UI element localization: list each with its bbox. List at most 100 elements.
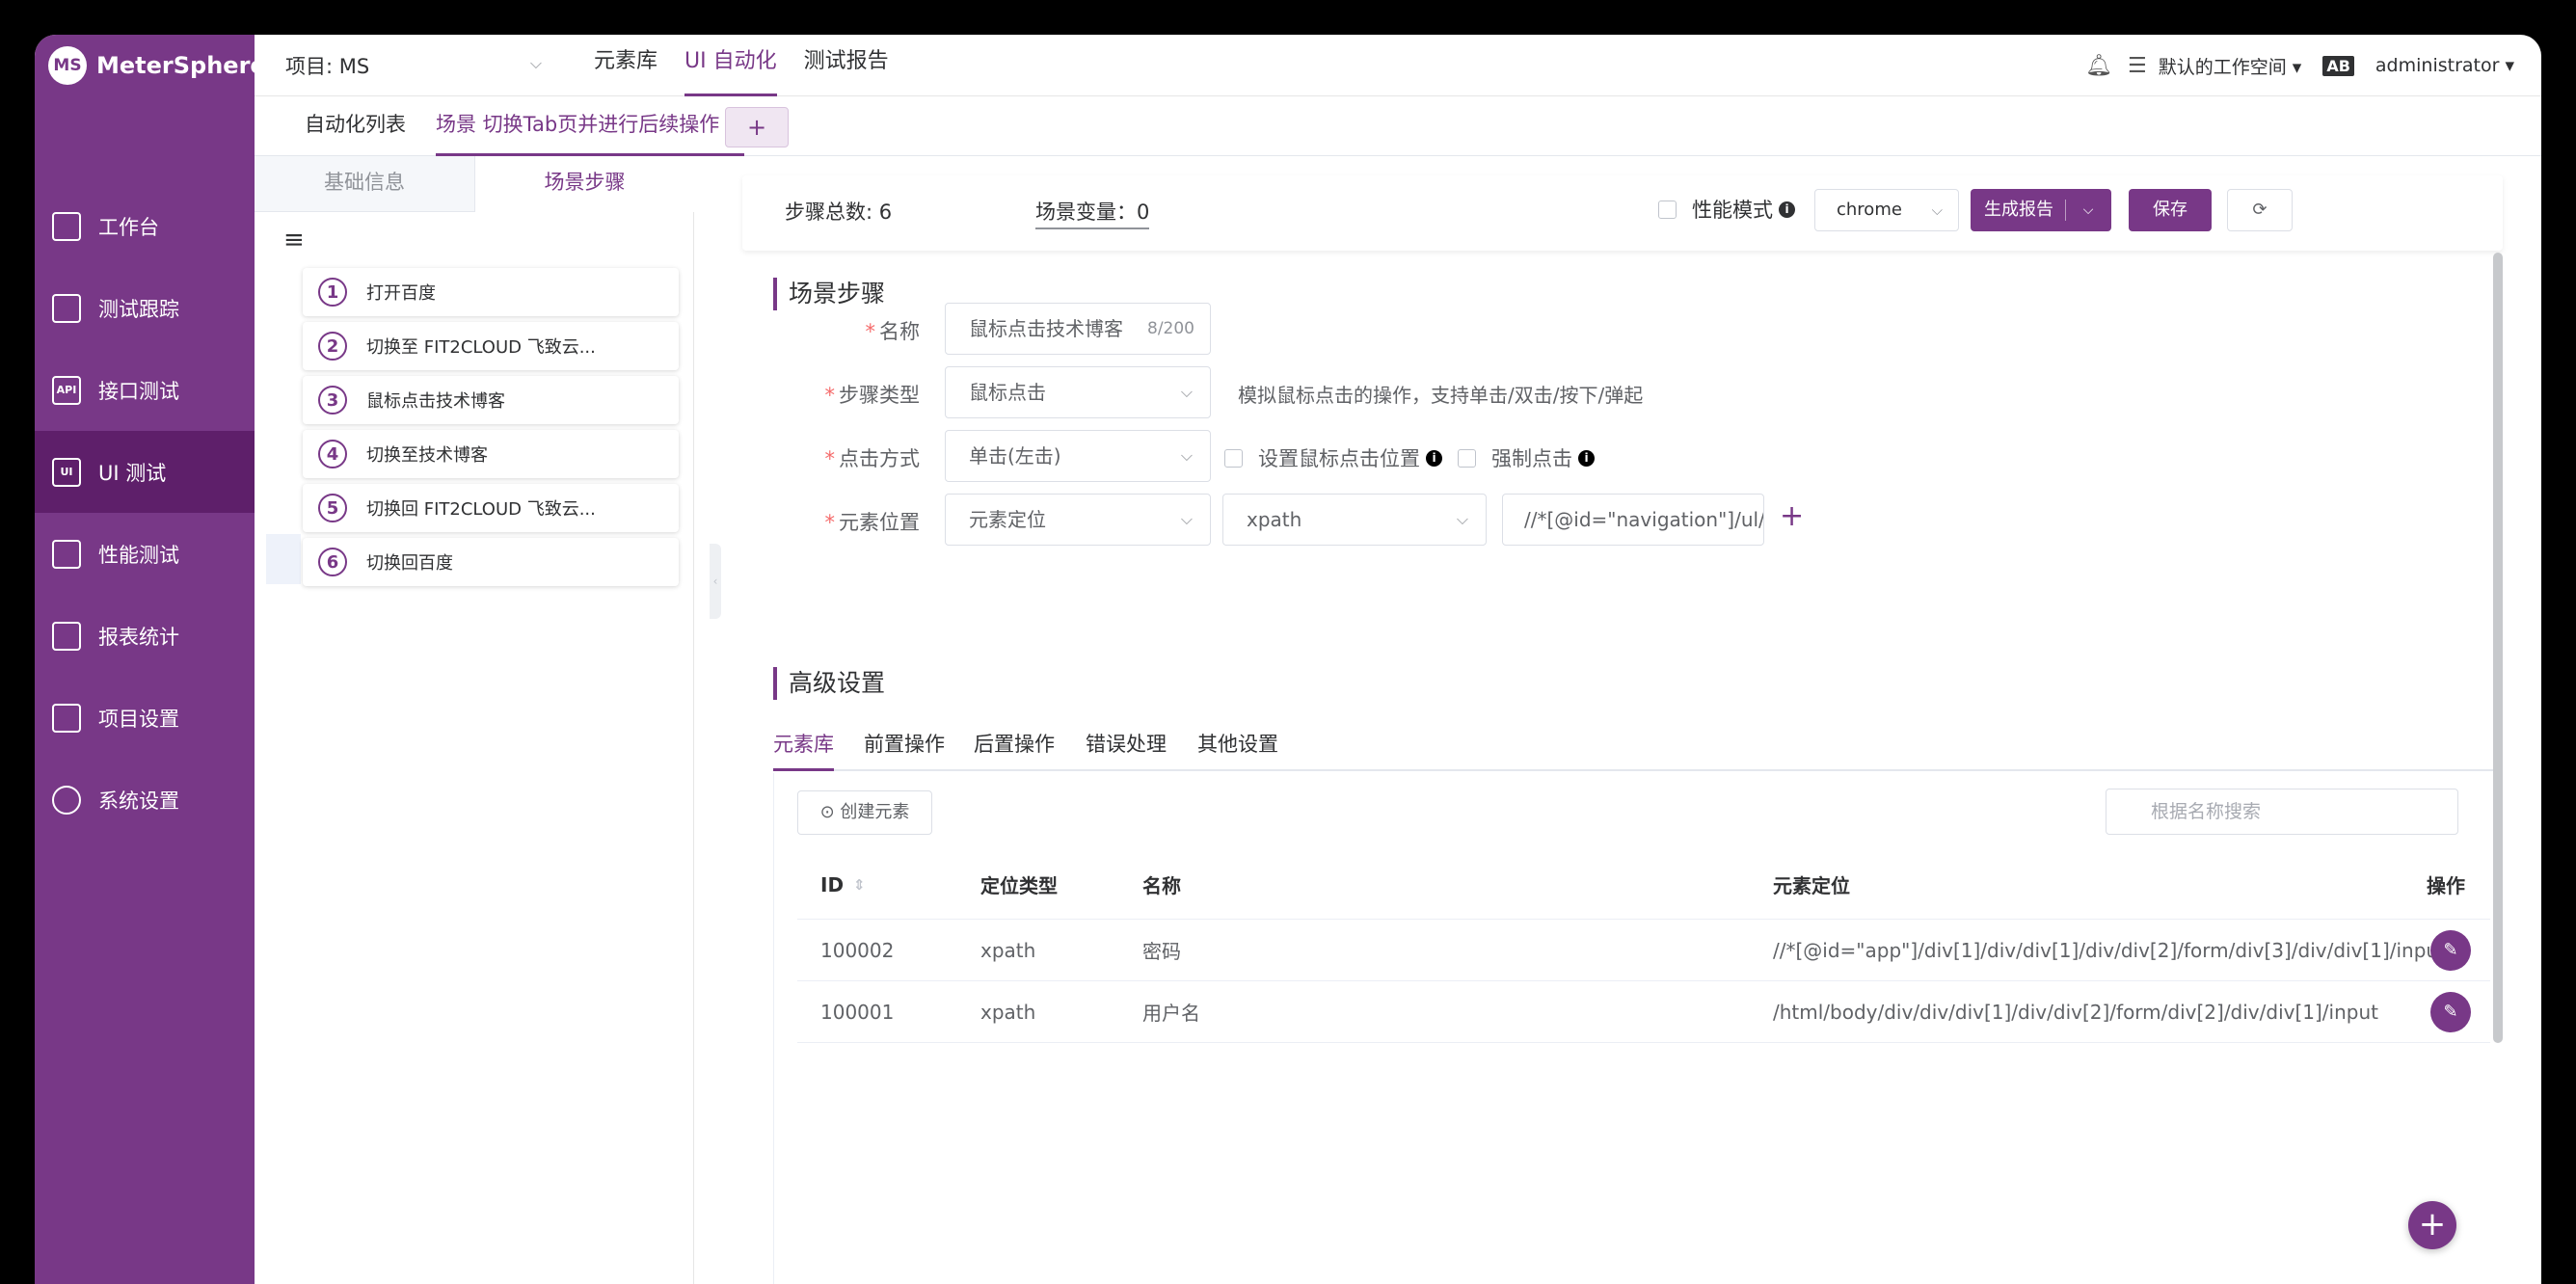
tab-scene-steps[interactable]: 场景步骤 xyxy=(474,156,694,212)
advanced-settings-title: 高级设置 xyxy=(773,667,885,700)
add-locator-icon[interactable]: + xyxy=(1780,499,1804,533)
step-item[interactable]: 3 鼠标点击技术博客 xyxy=(303,376,679,424)
step-label: 鼠标点击技术博客 xyxy=(366,391,505,412)
sidebar-item-workbench[interactable]: 工作台 xyxy=(35,185,255,267)
create-element-button[interactable]: ⊙ 创建元素 xyxy=(797,790,932,835)
chevron-down-icon: ⌵ xyxy=(1456,510,1468,528)
save-button[interactable]: 保存 xyxy=(2129,189,2212,231)
tab-element-library[interactable]: 元素库 xyxy=(773,725,834,771)
click-mode-select[interactable]: 单击(左击) ⌵ xyxy=(945,430,1211,482)
cell-locator-type: xpath xyxy=(980,1000,1036,1024)
edit-button[interactable]: ✎ xyxy=(2430,981,2471,1042)
locator-value-input[interactable]: //*[@id="navigation"]/ul/li[6 xyxy=(1502,494,1764,546)
vertical-scrollbar[interactable] xyxy=(2493,253,2503,1043)
column-header-actions: 操作 xyxy=(2427,874,2465,897)
sidebar-item-api-test[interactable]: API 接口测试 xyxy=(35,349,255,431)
perf-mode-toggle[interactable]: 性能模式 i xyxy=(1658,195,1795,224)
step-label: 打开百度 xyxy=(366,283,436,304)
force-click-label: 强制点击 xyxy=(1491,447,1572,470)
locator-type-select[interactable]: xpath ⌵ xyxy=(1222,494,1487,546)
add-step-fab[interactable]: + xyxy=(2408,1201,2456,1249)
top-nav-ui-automation[interactable]: UI 自动化 xyxy=(684,35,777,96)
force-click-option[interactable]: 强制点击 i xyxy=(1458,443,1595,472)
project-select[interactable]: 项目: MS ⌵ xyxy=(285,48,565,83)
element-locate-select[interactable]: 元素定位 ⌵ xyxy=(945,494,1211,546)
step-item[interactable]: 6 切换回百度 xyxy=(303,538,679,586)
tab-error-handling[interactable]: 错误处理 xyxy=(1086,725,1167,771)
steps-panel: 基础信息 场景步骤 ≡ 1 打开百度 2 切换至 FIT2CLOUD 飞致云..… xyxy=(255,156,694,1284)
step-type-value: 鼠标点击 xyxy=(969,381,1046,404)
step-number: 2 xyxy=(318,332,347,361)
sidebar-item-test-track[interactable]: 测试跟踪 xyxy=(35,267,255,349)
workspace-select[interactable]: 默认的工作空间 ▾ xyxy=(2159,53,2302,79)
tab-other-settings[interactable]: 其他设置 xyxy=(1197,725,1278,771)
perf-mode-checkbox[interactable] xyxy=(1658,200,1677,219)
step-item[interactable]: 5 切换回 FIT2CLOUD 飞致云... xyxy=(303,484,679,532)
step-item[interactable]: 4 切换至技术博客 xyxy=(303,430,679,478)
user-menu[interactable]: administrator ▾ xyxy=(2375,55,2514,76)
steps-panel-tabs: 基础信息 场景步骤 xyxy=(255,156,694,212)
column-header-id[interactable]: ID ⇕ xyxy=(820,850,866,919)
sidebar-item-label: 性能测试 xyxy=(98,543,179,567)
click-mode-value: 单击(左击) xyxy=(969,444,1061,468)
report-icon xyxy=(52,621,81,651)
search-input[interactable] xyxy=(2106,789,2458,835)
table-header: ID ⇕ 定位类型 名称 元素定位 操作 xyxy=(797,850,2490,920)
sort-icon[interactable]: ⇕ xyxy=(853,876,866,894)
clipboard-icon xyxy=(52,293,81,323)
sidebar-item-project-settings[interactable]: 项目设置 xyxy=(35,677,255,759)
click-position-option[interactable]: 设置鼠标点击位置 i xyxy=(1224,443,1442,472)
sidebar-item-label: 系统设置 xyxy=(98,789,179,813)
scene-variables-link[interactable]: 场景变量：0 xyxy=(1035,197,1150,229)
logo-icon: MS xyxy=(48,46,87,85)
workspace-list-icon: ☰ xyxy=(2128,53,2147,78)
step-type-hint: 模拟鼠标点击的操作，支持单击/双击/按下/弹起 xyxy=(1238,384,1644,407)
click-position-label: 设置鼠标点击位置 xyxy=(1258,447,1420,470)
name-input[interactable]: 鼠标点击技术博客 8/200 xyxy=(945,303,1211,355)
sidebar-item-system-settings[interactable]: 系统设置 xyxy=(35,759,255,841)
menu-icon[interactable]: ≡ xyxy=(283,226,305,254)
sidebar-item-perf-test[interactable]: 性能测试 xyxy=(35,513,255,595)
force-click-checkbox[interactable] xyxy=(1458,448,1476,468)
sidebar-item-ui-test[interactable]: UI UI 测试 xyxy=(35,431,255,513)
column-header-locator-type: 定位类型 xyxy=(980,874,1058,897)
sidebar-item-reports[interactable]: 报表统计 xyxy=(35,595,255,677)
ui-icon: UI xyxy=(52,457,81,487)
add-tab-button[interactable]: + xyxy=(725,107,789,147)
tab-basic-info[interactable]: 基础信息 xyxy=(255,156,474,212)
edit-button[interactable]: ✎ xyxy=(2430,920,2471,980)
bell-icon[interactable]: 🔔︎ xyxy=(2085,54,2112,78)
table-row[interactable]: 100001 xpath 用户名 /html/body/div/div/div[… xyxy=(797,981,2490,1043)
tab-post-operation[interactable]: 后置操作 xyxy=(974,725,1055,771)
element-library-panel: ⊙ 创建元素 ⚲ ID⇕ 定位类型 名称 元素定位 操作 100002 xpat… xyxy=(773,773,2497,1284)
top-nav-test-report[interactable]: 测试报告 xyxy=(804,35,889,96)
tab-scene[interactable]: 场景 切换Tab页并进行后续操作× xyxy=(436,96,745,156)
collapse-panel-handle[interactable]: ‹ xyxy=(710,544,721,619)
click-mode-label: * 点击方式 xyxy=(824,447,921,470)
table-row[interactable]: 100002 xpath 密码 //*[@id="app"]/div[1]/di… xyxy=(797,920,2490,981)
step-item[interactable]: 2 切换至 FIT2CLOUD 飞致云... xyxy=(303,322,679,370)
generate-report-button[interactable]: 生成报告 ⌵ xyxy=(1971,189,2111,231)
tab-automation-list[interactable]: 自动化列表 xyxy=(305,96,406,156)
click-position-checkbox[interactable] xyxy=(1224,448,1243,468)
step-list: 1 打开百度 2 切换至 FIT2CLOUD 飞致云... 3 鼠标点击技术博客… xyxy=(303,268,679,592)
cell-id: 100001 xyxy=(820,1000,895,1024)
app-logo[interactable]: MS MeterSphere xyxy=(48,46,266,85)
step-number: 4 xyxy=(318,440,347,468)
browser-select[interactable]: chrome ⌵ xyxy=(1814,189,1959,231)
sidebar-item-label: 报表统计 xyxy=(98,625,179,649)
chevron-down-icon[interactable]: ⌵ xyxy=(2066,189,2110,231)
language-switch[interactable]: AB xyxy=(2322,55,2354,76)
sidebar-item-label: 工作台 xyxy=(98,215,159,239)
refresh-button[interactable]: ⟳ xyxy=(2227,189,2293,231)
top-nav-element-library[interactable]: 元素库 xyxy=(594,35,657,96)
chevron-down-icon: ⌵ xyxy=(529,54,542,72)
create-element-label: 创建元素 xyxy=(840,802,910,822)
refresh-icon: ⟳ xyxy=(2252,200,2267,220)
cell-name: 密码 xyxy=(1142,940,1181,963)
cell-id: 100002 xyxy=(820,938,895,962)
step-item[interactable]: 1 打开百度 xyxy=(303,268,679,316)
tab-pre-operation[interactable]: 前置操作 xyxy=(864,725,945,771)
locator-type-value: xpath xyxy=(1247,508,1302,531)
step-type-select[interactable]: 鼠标点击 ⌵ xyxy=(945,366,1211,418)
